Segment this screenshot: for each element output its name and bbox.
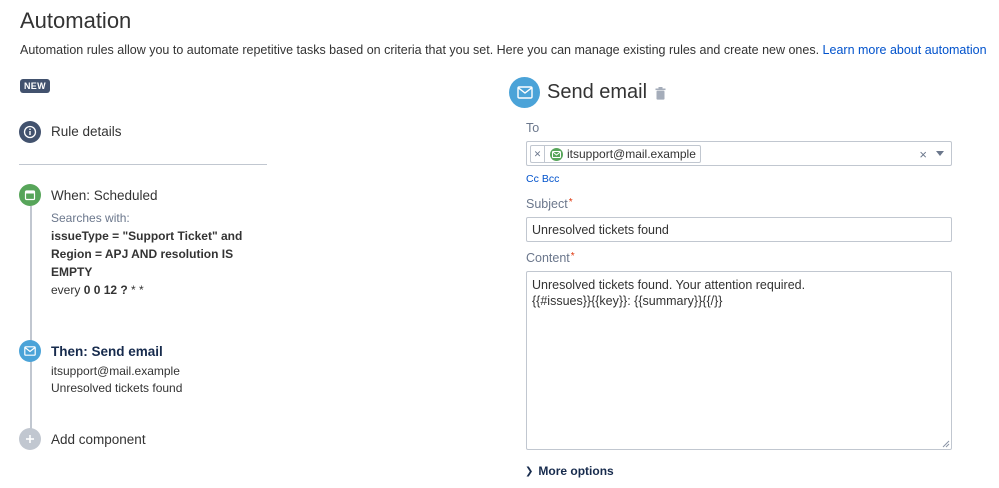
then-detail: itsupport@mail.example Unresolved ticket…	[51, 363, 182, 397]
calendar-icon[interactable]	[19, 184, 41, 206]
rule-tree-line	[30, 206, 32, 442]
remove-recipient-icon[interactable]: ✕	[531, 146, 545, 162]
new-badge: NEW	[20, 79, 50, 93]
cc-link[interactable]: Cc	[526, 173, 539, 185]
chevron-right-icon: ❯	[525, 465, 534, 477]
mail-icon[interactable]	[19, 340, 41, 362]
page-description: Automation rules allow you to automate r…	[20, 43, 987, 57]
recipient-chip[interactable]: ✕ itsupport@mail.example	[530, 145, 701, 163]
chevron-down-icon[interactable]	[936, 151, 944, 156]
to-field[interactable]: ✕ itsupport@mail.example ×	[526, 141, 952, 166]
more-options-label: More options	[538, 464, 614, 478]
content-label-text: Content	[526, 251, 570, 265]
content-textarea[interactable]: Unresolved tickets found. Your attention…	[526, 271, 952, 450]
resize-handle-icon[interactable]	[942, 440, 950, 448]
when-detail: Searches with: issueType = "Support Tick…	[51, 209, 271, 299]
cron-bold: 0 0 12 ?	[83, 283, 128, 297]
searches-with-label: Searches with:	[51, 211, 130, 225]
then-send-email-item[interactable]: Then: Send email	[51, 344, 163, 359]
required-mark: *	[570, 251, 575, 262]
learn-more-link[interactable]: Learn more about automation	[823, 43, 987, 57]
clear-icon[interactable]: ×	[919, 147, 927, 162]
rule-details-item[interactable]: Rule details	[51, 124, 122, 139]
content-line-1: Unresolved tickets found. Your attention…	[532, 278, 806, 292]
info-icon[interactable]	[19, 121, 41, 143]
panel-title: Send email	[547, 81, 648, 103]
content-line-2: {{#issues}}{{key}}: {{summary}}{{/}}	[532, 294, 723, 308]
trash-icon[interactable]	[655, 87, 666, 105]
every-label: every	[51, 283, 81, 297]
more-options-toggle[interactable]: ❯ More options	[525, 464, 614, 478]
then-subject: Unresolved tickets found	[51, 381, 183, 395]
bcc-link[interactable]: Bcc	[542, 173, 560, 185]
subject-label-text: Subject	[526, 197, 568, 211]
then-recipient: itsupport@mail.example	[51, 364, 180, 378]
to-label: To	[526, 121, 540, 135]
recipient-text: itsupport@mail.example	[567, 147, 696, 161]
subject-label: Subject*	[526, 197, 573, 211]
required-mark: *	[568, 197, 573, 208]
when-scheduled-item[interactable]: When: Scheduled	[51, 188, 158, 203]
page-description-text: Automation rules allow you to automate r…	[20, 43, 820, 57]
content-label: Content*	[526, 251, 575, 265]
mail-icon	[509, 77, 540, 108]
subject-input[interactable]	[526, 217, 952, 242]
schedule-line: every 0 0 12 ? * *	[51, 281, 271, 299]
left-divider	[19, 164, 267, 165]
add-component-button[interactable]: Add component	[51, 432, 146, 447]
plus-icon[interactable]	[19, 428, 41, 450]
jql-query: issueType = "Support Ticket" and Region …	[51, 229, 243, 279]
cc-bcc-links: Cc Bcc	[526, 173, 562, 185]
cron-rest: * *	[127, 283, 144, 297]
page-title: Automation	[20, 8, 132, 33]
group-avatar-icon	[550, 147, 563, 161]
